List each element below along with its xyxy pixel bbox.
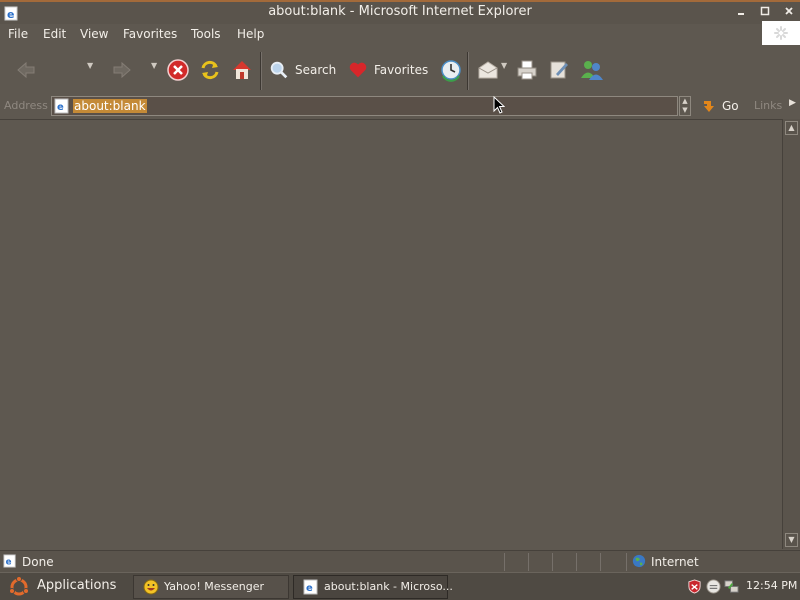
shield-icon[interactable] xyxy=(687,579,702,594)
menu-tools[interactable]: Tools xyxy=(191,27,221,41)
status-divider xyxy=(576,553,577,571)
task-label: Yahoo! Messenger xyxy=(164,580,265,593)
stop-icon[interactable] xyxy=(166,58,190,82)
clock[interactable]: 12:54 PM xyxy=(746,579,797,592)
menu-help[interactable]: Help xyxy=(237,27,264,41)
history-icon[interactable] xyxy=(439,58,463,82)
chevron-down-icon: ▼ xyxy=(788,535,795,544)
menu-view[interactable]: View xyxy=(80,27,108,41)
status-divider xyxy=(626,553,627,571)
mouse-cursor-icon xyxy=(493,96,505,114)
ie-icon: e xyxy=(303,579,318,595)
title-bar: e about:blank - Microsoft Internet Explo… xyxy=(0,0,800,24)
window-title: about:blank - Microsoft Internet Explore… xyxy=(268,4,532,19)
maximize-button[interactable] xyxy=(756,4,774,22)
vertical-scrollbar[interactable]: ▲ ▼ xyxy=(782,119,800,549)
svg-text:e: e xyxy=(6,558,12,568)
address-label: Address xyxy=(4,99,48,112)
print-icon[interactable] xyxy=(515,58,539,82)
forward-icon[interactable] xyxy=(110,58,134,82)
chevron-up-icon: ▲ xyxy=(788,123,795,132)
page-icon: e xyxy=(54,98,69,114)
loading-spinner-icon xyxy=(774,26,788,40)
go-icon[interactable] xyxy=(701,98,717,114)
status-divider xyxy=(552,553,553,571)
status-divider xyxy=(600,553,601,571)
refresh-icon[interactable] xyxy=(198,58,222,82)
scroll-up-button[interactable]: ▲ xyxy=(785,121,798,135)
status-bar: e Done Internet xyxy=(0,550,800,572)
toolbar-separator xyxy=(260,52,262,90)
search-icon[interactable] xyxy=(268,58,290,82)
minimize-button[interactable] xyxy=(732,4,750,22)
favorites-icon[interactable] xyxy=(347,58,369,82)
forward-dropdown-icon[interactable]: ▼ xyxy=(151,61,157,70)
scroll-down-button[interactable]: ▼ xyxy=(785,533,798,547)
go-button[interactable]: Go xyxy=(722,99,739,113)
yahoo-messenger-icon xyxy=(143,579,159,595)
favorites-button-label[interactable]: Favorites xyxy=(374,63,428,77)
svg-text:e: e xyxy=(306,583,313,594)
chevron-up-icon: ▲ xyxy=(682,97,688,105)
chevron-down-icon: ▼ xyxy=(682,106,688,114)
throbber xyxy=(762,21,800,45)
edit-icon[interactable] xyxy=(547,58,571,82)
mail-dropdown-icon[interactable]: ▼ xyxy=(501,61,507,70)
menu-favorites[interactable]: Favorites xyxy=(123,27,177,41)
task-internet-explorer[interactable]: e about:blank - Microso... xyxy=(293,575,453,599)
menu-bar: File Edit View Favorites Tools Help xyxy=(0,24,800,46)
messenger-tray-icon[interactable] xyxy=(706,579,721,594)
address-value[interactable]: about:blank xyxy=(73,99,147,113)
task-label: about:blank - Microso... xyxy=(324,580,453,593)
applications-menu[interactable]: Applications xyxy=(37,578,116,593)
taskbar: Applications Yahoo! Messenger e about:bl… xyxy=(0,572,800,600)
security-zone: Internet xyxy=(651,555,699,569)
globe-icon xyxy=(632,554,646,568)
toolbar-separator xyxy=(467,52,469,90)
ubuntu-logo-icon[interactable] xyxy=(8,576,30,598)
address-bar: Address e about:blank ▲ ▼ Go Links ▶ xyxy=(0,94,800,118)
status-divider xyxy=(528,553,529,571)
maximize-icon xyxy=(760,6,770,16)
menu-file[interactable]: File xyxy=(8,27,28,41)
menu-edit[interactable]: Edit xyxy=(43,27,66,41)
address-dropdown-button[interactable]: ▲ ▼ xyxy=(679,96,691,116)
mail-icon[interactable] xyxy=(476,58,500,82)
back-dropdown-icon[interactable]: ▼ xyxy=(87,61,93,70)
home-icon[interactable] xyxy=(230,58,254,82)
task-yahoo-messenger[interactable]: Yahoo! Messenger xyxy=(133,575,289,599)
close-icon xyxy=(785,7,793,15)
toolbar: ▼ ▼ Search Favorites ▼ xyxy=(0,48,800,92)
svg-text:e: e xyxy=(57,102,64,113)
page-content[interactable] xyxy=(0,119,782,549)
back-icon[interactable] xyxy=(14,58,38,82)
minimize-icon xyxy=(738,13,744,15)
status-text: Done xyxy=(22,555,54,569)
links-label[interactable]: Links xyxy=(754,99,782,112)
status-divider xyxy=(504,553,505,571)
address-input[interactable]: e about:blank xyxy=(51,96,678,116)
network-icon[interactable] xyxy=(724,579,739,594)
search-button-label[interactable]: Search xyxy=(295,63,336,77)
links-chevron-icon[interactable]: ▶ xyxy=(789,98,796,108)
close-button[interactable] xyxy=(780,4,798,22)
messenger-icon[interactable] xyxy=(579,58,605,82)
page-status-icon: e xyxy=(3,554,16,568)
